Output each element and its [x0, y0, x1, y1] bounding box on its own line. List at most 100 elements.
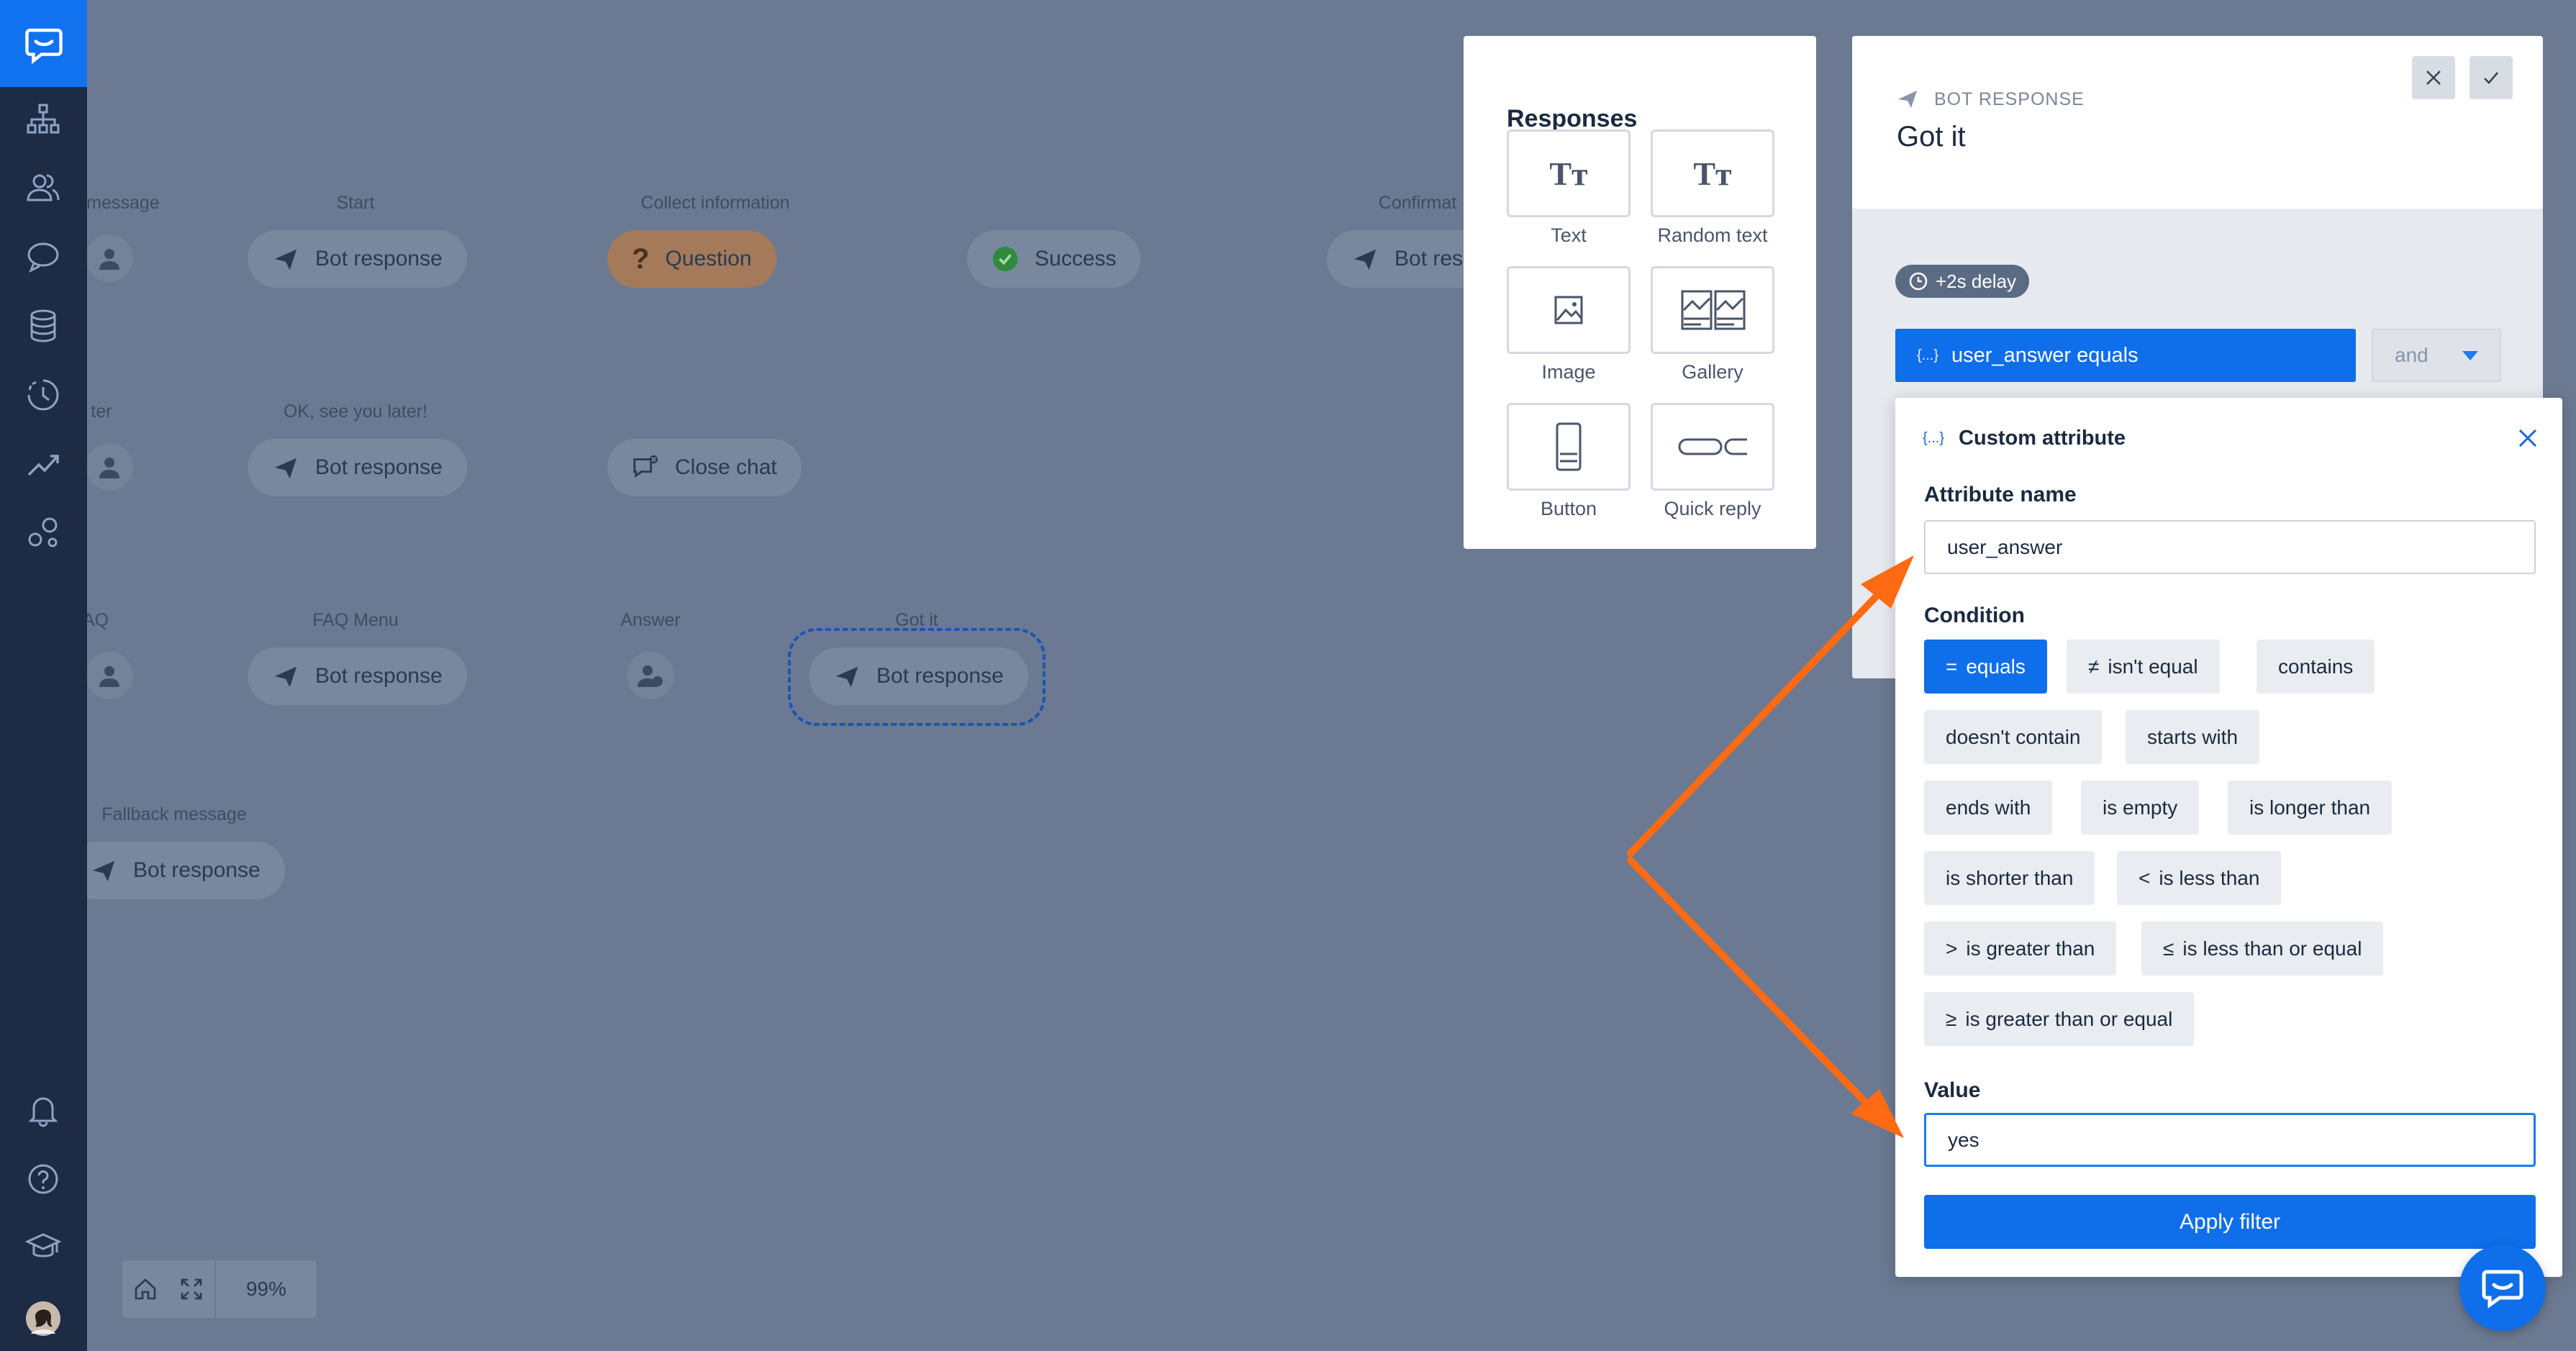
bot-response-node[interactable]: Bot response — [248, 439, 467, 496]
bot-response-node[interactable]: Bot response — [87, 842, 285, 899]
chip-label: contains — [2278, 655, 2354, 678]
node-label-answer: Answer — [620, 610, 681, 630]
apply-filter-button[interactable]: Apply filter — [1924, 1195, 2536, 1249]
popover-close-button[interactable] — [2513, 424, 2542, 452]
home-icon[interactable] — [122, 1260, 168, 1318]
filter-condition-bar[interactable]: {...} user_answer equals — [1895, 329, 2356, 382]
condition-contains[interactable]: contains — [2257, 640, 2375, 693]
condition-is-less-than[interactable]: < is less than — [2117, 851, 2282, 905]
academy-icon[interactable] — [22, 1226, 64, 1268]
node-label-start: Start — [336, 193, 375, 213]
greater-than-icon: > — [1946, 937, 1958, 960]
chat-bubble-icon — [2482, 1270, 2523, 1309]
chip-label: is greater than or equal — [1965, 1007, 2173, 1030]
condition-is-greater-than-or-equal[interactable]: ≥ is greater than or equal — [1924, 992, 2195, 1046]
panel-title: Got it — [1897, 121, 1966, 153]
node-label-welcome: message — [87, 193, 160, 213]
image-icon — [1554, 296, 1583, 324]
node-text: Bot response — [876, 664, 1004, 688]
question-node[interactable]: ? Question — [607, 230, 776, 288]
analytics-icon[interactable] — [22, 443, 64, 485]
response-button-item[interactable]: Button — [1507, 403, 1631, 520]
response-gallery-item[interactable]: Gallery — [1651, 266, 1774, 383]
node-text: Success — [1035, 247, 1117, 270]
node-label-later: ter — [91, 401, 112, 422]
history-icon[interactable] — [22, 374, 64, 416]
sidebar — [0, 0, 87, 1351]
user-node-icon[interactable] — [87, 443, 133, 491]
response-label: Quick reply — [1664, 498, 1761, 519]
text-icon: Tт — [1549, 155, 1588, 192]
condition-is-less-than-or-equal[interactable]: ≤ is less than or equal — [2141, 922, 2384, 975]
user-node-icon[interactable] — [87, 235, 133, 282]
equals-icon: = — [1946, 655, 1958, 678]
condition-is-shorter-than[interactable]: is shorter than — [1924, 851, 2095, 905]
condition-starts-with[interactable]: starts with — [2126, 710, 2260, 764]
chip-label: doesn't contain — [1946, 725, 2081, 748]
question-icon: ? — [632, 242, 650, 275]
avatar[interactable] — [22, 1298, 64, 1339]
response-label: Text — [1551, 224, 1587, 246]
bot-response-node[interactable]: Bot response — [248, 230, 467, 288]
send-icon — [1898, 91, 1917, 108]
bot-response-node-selected[interactable]: Bot response — [809, 647, 1028, 705]
close-chat-node[interactable]: Close chat — [607, 439, 802, 496]
success-node[interactable]: Success — [967, 230, 1141, 288]
not-equal-icon: ≠ — [2088, 655, 2100, 678]
confirm-button[interactable] — [2470, 56, 2513, 99]
chevron-down-icon — [2462, 350, 2478, 360]
condition-is-longer-than[interactable]: is longer than — [2228, 781, 2393, 834]
close-button[interactable] — [2412, 56, 2455, 99]
condition-doesnt-contain[interactable]: doesn't contain — [1924, 710, 2103, 764]
node-text: Bot response — [315, 664, 443, 688]
response-label: Random text — [1657, 224, 1768, 246]
node-label-faq-menu: FAQ Menu — [312, 610, 399, 630]
chat-icon[interactable] — [22, 236, 64, 278]
response-text-item[interactable]: Tт Text — [1507, 129, 1631, 247]
node-text: Bot resp — [1394, 247, 1475, 270]
condition-label: Condition — [1924, 604, 2025, 627]
custom-attribute-popover: {...} Custom attribute Attribute name Co… — [1895, 398, 2562, 1277]
filter-operator: equals — [2077, 343, 2139, 367]
user-answer-icon[interactable] — [627, 652, 674, 699]
response-label: Button — [1540, 498, 1597, 519]
send-icon — [1353, 249, 1377, 270]
condition-is-greater-than[interactable]: > is greater than — [1924, 922, 2117, 975]
logo-icon[interactable] — [0, 0, 87, 87]
condition-isnt-equal[interactable]: ≠ isn't equal — [2067, 640, 2220, 693]
and-or-select[interactable]: and — [2372, 329, 2501, 382]
response-quick-reply-item[interactable]: Quick reply — [1651, 403, 1774, 520]
condition-ends-with[interactable]: ends with — [1924, 781, 2053, 834]
and-or-value: and — [2395, 344, 2428, 366]
send-icon — [274, 458, 297, 479]
bot-response-node[interactable]: Bot response — [248, 647, 467, 705]
user-node-icon[interactable] — [87, 652, 133, 699]
database-icon[interactable] — [22, 305, 64, 347]
node-label-confirm: Confirmat — [1378, 193, 1457, 213]
help-icon[interactable] — [22, 1158, 64, 1200]
fit-screen-icon[interactable] — [168, 1260, 214, 1318]
svg-text:Tт: Tт — [1693, 155, 1732, 192]
less-than-icon: < — [2139, 866, 2151, 889]
flows-icon[interactable] — [22, 98, 64, 140]
response-image-item[interactable]: Image — [1507, 266, 1631, 383]
close-icon — [2426, 70, 2441, 85]
users-icon[interactable] — [22, 167, 64, 209]
integrations-icon[interactable] — [22, 512, 64, 554]
filter-attribute: user_answer — [1951, 343, 2072, 367]
attribute-name-input[interactable] — [1924, 520, 2536, 574]
zoom-level[interactable]: 99% — [214, 1260, 317, 1318]
panel-kicker: BOT RESPONSE — [1897, 88, 2085, 111]
delay-badge[interactable]: +2s delay — [1895, 265, 2030, 298]
svg-text:Tт: Tт — [1549, 155, 1588, 192]
chip-label: is less than or equal — [2182, 937, 2362, 960]
zoom-controls: 99% — [122, 1260, 317, 1318]
value-input[interactable] — [1924, 1113, 2536, 1167]
response-label: Gallery — [1682, 361, 1743, 383]
chat-launcher-button[interactable] — [2459, 1245, 2546, 1331]
chip-label: starts with — [2147, 725, 2239, 748]
condition-equals[interactable]: = equals — [1924, 640, 2047, 693]
response-random-text-item[interactable]: Tт Random text — [1651, 129, 1774, 247]
bell-icon[interactable] — [22, 1089, 64, 1131]
condition-is-empty[interactable]: is empty — [2081, 781, 2200, 834]
